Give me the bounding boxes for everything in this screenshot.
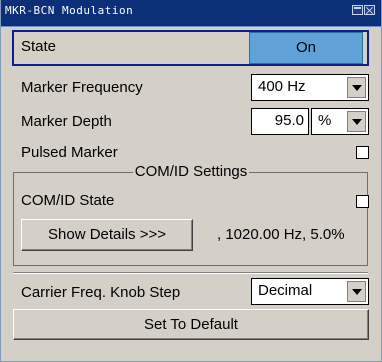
carrier-knob-value: Decimal: [258, 282, 313, 299]
marker-frequency-label: Marker Frequency: [21, 79, 143, 96]
comid-state-label: COM/ID State: [21, 192, 115, 209]
marker-depth-label: Marker Depth: [21, 113, 112, 130]
marker-depth-value: 95.0: [274, 112, 304, 129]
marker-depth-input[interactable]: 95.0: [251, 108, 309, 135]
window-controls: [352, 5, 375, 15]
comid-state-checkbox[interactable]: [356, 195, 369, 208]
close-icon[interactable]: [364, 5, 375, 15]
maximize-icon[interactable]: [352, 5, 363, 15]
carrier-knob-label: Carrier Freq. Knob Step: [21, 284, 181, 301]
chevron-down-icon[interactable]: [347, 281, 366, 302]
carrier-knob-select[interactable]: Decimal: [251, 278, 369, 305]
state-toggle-button[interactable]: On: [249, 32, 363, 64]
marker-depth-unit: %: [318, 112, 332, 129]
marker-frequency-select[interactable]: 400 Hz: [251, 74, 369, 101]
title-bar[interactable]: MKR-BCN Modulation: [1, 0, 381, 27]
comid-group-title: COM/ID Settings: [132, 163, 250, 180]
section-divider: [13, 272, 368, 274]
pulsed-marker-label: Pulsed Marker: [21, 144, 118, 161]
show-details-button[interactable]: Show Details >>>: [21, 219, 193, 251]
chevron-down-icon[interactable]: [347, 111, 366, 132]
state-label: State: [21, 38, 57, 55]
marker-frequency-value: 400 Hz: [258, 78, 306, 95]
pulsed-marker-checkbox[interactable]: [356, 146, 369, 159]
comid-summary: , 1020.00 Hz, 5.0%: [217, 226, 345, 243]
chevron-down-icon[interactable]: [347, 77, 366, 98]
modulation-window: MKR-BCN Modulation State On Marker Frequ…: [0, 0, 382, 362]
set-to-default-button[interactable]: Set To Default: [13, 309, 369, 340]
window-title: MKR-BCN Modulation: [5, 4, 134, 17]
comid-group-title-wrap: COM/ID Settings: [1, 163, 381, 180]
marker-depth-unit-select[interactable]: %: [311, 108, 369, 135]
